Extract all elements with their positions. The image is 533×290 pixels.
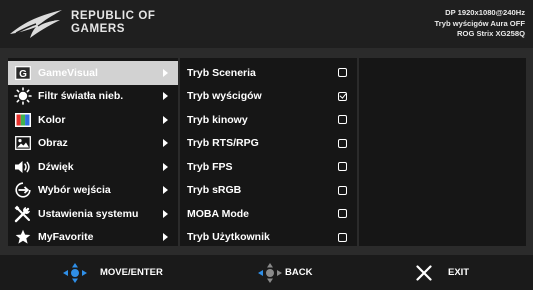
radio-box-icon	[338, 185, 347, 195]
osd-menu: G GameVisual Filtr światła nieb. Kolor O…	[0, 48, 533, 255]
radio-box-icon	[338, 115, 347, 125]
option-cinema-mode[interactable]: Tryb kinowy	[180, 108, 357, 132]
option-fps-mode[interactable]: Tryb FPS	[180, 155, 357, 179]
exit-label: EXIT	[448, 267, 470, 278]
menu-item-input-select[interactable]: Wybór wejścia	[8, 179, 178, 203]
option-label: MOBA Mode	[187, 207, 250, 220]
menu-item-label: MyFavorite	[38, 231, 94, 244]
radio-box-icon	[338, 138, 347, 148]
menu-item-label: GameVisual	[38, 66, 98, 79]
option-label: Tryb sRGB	[187, 184, 242, 197]
brand-name: REPUBLIC OF GAMERS	[71, 10, 156, 36]
move-enter-label: MOVE/ENTER	[100, 267, 163, 278]
gamevisual-submenu-column: Tryb Sceneria Tryb wyścigów Tryb kinowy …	[180, 58, 357, 246]
chevron-right-icon	[163, 115, 168, 124]
color-icon	[14, 111, 32, 129]
menu-item-system-settings[interactable]: Ustawienia systemu	[8, 202, 178, 226]
image-icon	[14, 134, 32, 152]
status-model: ROG Strix XG258Q	[457, 29, 525, 38]
menu-item-bluelight-filter[interactable]: Filtr światła nieb.	[8, 85, 178, 109]
chevron-right-icon	[163, 68, 168, 77]
input-select-icon	[14, 181, 32, 199]
osd-header: REPUBLIC OF GAMERS DP 1920x1080@240Hz Tr…	[0, 0, 533, 48]
menu-item-label: Wybór wejścia	[38, 184, 111, 197]
main-menu-column: G GameVisual Filtr światła nieb. Kolor O…	[8, 58, 178, 246]
option-srgb-mode[interactable]: Tryb sRGB	[180, 179, 357, 203]
star-icon	[14, 228, 32, 246]
menu-item-gamevisual[interactable]: G GameVisual	[8, 61, 178, 85]
menu-item-label: Ustawienia systemu	[38, 207, 139, 220]
menu-item-sound[interactable]: Dźwięk	[8, 155, 178, 179]
status-signal: DP 1920x1080@240Hz	[445, 8, 525, 17]
radio-box-icon	[338, 162, 347, 172]
menu-item-label: Dźwięk	[38, 160, 74, 173]
osd-footer: MOVE/ENTER BACK EXIT	[0, 255, 533, 290]
radio-box-icon	[338, 68, 347, 78]
chevron-right-icon	[163, 92, 168, 101]
back-hint: BACK	[257, 255, 312, 290]
chevron-right-icon	[163, 162, 168, 171]
rog-eye-logo-icon	[10, 10, 62, 38]
chevron-right-icon	[163, 209, 168, 218]
option-label: Tryb RTS/RPG	[187, 137, 259, 150]
option-moba-mode[interactable]: MOBA Mode	[180, 202, 357, 226]
option-label: Tryb Sceneria	[187, 66, 256, 79]
radio-box-icon	[338, 209, 347, 219]
option-label: Tryb Użytkownik	[187, 231, 270, 244]
svg-text:G: G	[19, 69, 27, 80]
system-settings-icon	[14, 205, 32, 223]
detail-panel-column	[359, 58, 526, 246]
brand-line-2: GAMERS	[71, 23, 126, 35]
option-label: Tryb kinowy	[187, 113, 248, 126]
option-rts-rpg-mode[interactable]: Tryb RTS/RPG	[180, 132, 357, 156]
menu-item-image[interactable]: Obraz	[8, 132, 178, 156]
close-icon	[416, 264, 432, 281]
monitor-status: DP 1920x1080@240Hz Tryb wyścigów Aura OF…	[435, 8, 525, 40]
option-scenery-mode[interactable]: Tryb Sceneria	[180, 61, 357, 85]
option-user-mode[interactable]: Tryb Użytkownik	[180, 226, 357, 250]
menu-item-label: Obraz	[38, 137, 68, 150]
option-label: Tryb FPS	[187, 160, 233, 173]
exit-hint: EXIT	[416, 255, 469, 290]
menu-item-label: Filtr światła nieb.	[38, 90, 124, 103]
option-label: Tryb wyścigów	[187, 90, 262, 103]
brand-line-1: REPUBLIC OF	[71, 10, 156, 22]
status-mode: Tryb wyścigów Aura OFF	[434, 18, 525, 28]
menu-item-color[interactable]: Kolor	[8, 108, 178, 132]
back-label: BACK	[285, 267, 313, 278]
chevron-right-icon	[163, 186, 168, 195]
checked-box-icon	[338, 91, 347, 101]
chevron-right-icon	[163, 139, 168, 148]
chevron-right-icon	[163, 233, 168, 242]
joystick-back-icon	[258, 262, 282, 283]
menu-item-myfavorite[interactable]: MyFavorite	[8, 226, 178, 250]
speaker-icon	[14, 158, 32, 176]
option-racing-mode[interactable]: Tryb wyścigów	[180, 85, 357, 109]
move-enter-hint: MOVE/ENTER	[62, 255, 163, 290]
bluelight-filter-icon	[14, 87, 32, 106]
joystick-move-icon	[63, 262, 87, 283]
gamevisual-icon: G	[14, 64, 32, 82]
menu-item-label: Kolor	[38, 113, 66, 126]
radio-box-icon	[338, 232, 347, 242]
